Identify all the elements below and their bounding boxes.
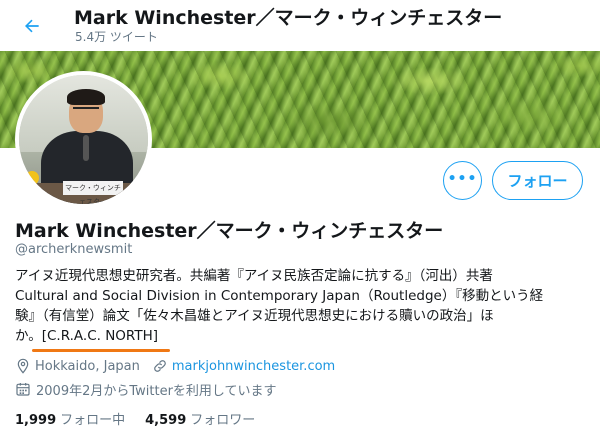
location-text: Hokkaido, Japan bbox=[35, 358, 140, 374]
bio-highlight-crac-north: [C.R.A.C. NORTH] bbox=[31, 328, 171, 352]
avatar-glasses bbox=[73, 107, 99, 113]
bio-line: Cultural and Social Division in Contempo… bbox=[15, 288, 544, 304]
calendar-icon bbox=[16, 383, 30, 396]
followers-count: 4,599 bbox=[145, 413, 187, 428]
back-arrow-icon[interactable] bbox=[22, 16, 42, 36]
following-link[interactable]: 1,999 フォロー中 bbox=[15, 409, 125, 428]
back-button[interactable] bbox=[16, 10, 48, 42]
bio-line-text: か。 bbox=[15, 328, 42, 344]
location-pin-icon bbox=[17, 358, 29, 374]
joined-date: 2009年2月からTwitterを利用しています bbox=[15, 380, 277, 399]
avatar-hair bbox=[67, 89, 105, 105]
follow-button[interactable]: フォロー bbox=[492, 161, 583, 200]
more-dots-icon: ••• bbox=[447, 170, 478, 187]
avatar-name-sign: マーク・ウィンチェスター bbox=[63, 181, 123, 204]
more-options-button[interactable]: ••• bbox=[443, 161, 482, 200]
location-item: Hokkaido, Japan bbox=[15, 358, 140, 374]
following-label: フォロー中 bbox=[60, 413, 126, 428]
avatar-microphone bbox=[83, 135, 89, 161]
link-icon bbox=[154, 360, 166, 372]
bio-line: アイヌ近現代思想史研究者。共編著『アイヌ民族否定論に抗する』（河出）共著 bbox=[15, 268, 493, 284]
tweet-count: 5.4万 ツイート bbox=[75, 30, 158, 44]
website-link[interactable]: markjohnwinchester.com bbox=[172, 359, 335, 374]
avatar-flower bbox=[25, 171, 39, 185]
following-count: 1,999 bbox=[15, 413, 57, 428]
user-handle: @archerknewsmit bbox=[15, 242, 133, 257]
profile-top-bar: Mark Winchester／マーク・ウィンチェスター 5.4万 ツイート bbox=[0, 0, 600, 50]
followers-label: フォロワー bbox=[190, 413, 256, 428]
display-name: Mark Winchester／マーク・ウィンチェスター bbox=[15, 220, 444, 242]
joined-text: 2009年2月からTwitterを利用しています bbox=[36, 383, 277, 399]
bio-line: 験』（有信堂）論文「佐々木昌雄とアイヌ近現代思想史における贖いの政治」ほ bbox=[15, 308, 494, 324]
profile-meta: Hokkaido, Japan markjohnwinchester.com bbox=[15, 357, 347, 375]
header-title: Mark Winchester／マーク・ウィンチェスター bbox=[74, 7, 503, 29]
profile-bio: アイヌ近現代思想史研究者。共編著『アイヌ民族否定論に抗する』（河出）共著 Cul… bbox=[15, 266, 591, 352]
followers-link[interactable]: 4,599 フォロワー bbox=[145, 409, 255, 428]
website-item[interactable]: markjohnwinchester.com bbox=[152, 358, 335, 374]
follow-stats: 1,999 フォロー中 4,599 フォロワー bbox=[15, 409, 275, 428]
avatar[interactable]: マーク・ウィンチェスター bbox=[15, 71, 152, 208]
bio-line-last: か。[C.R.A.C. NORTH] bbox=[15, 326, 591, 352]
